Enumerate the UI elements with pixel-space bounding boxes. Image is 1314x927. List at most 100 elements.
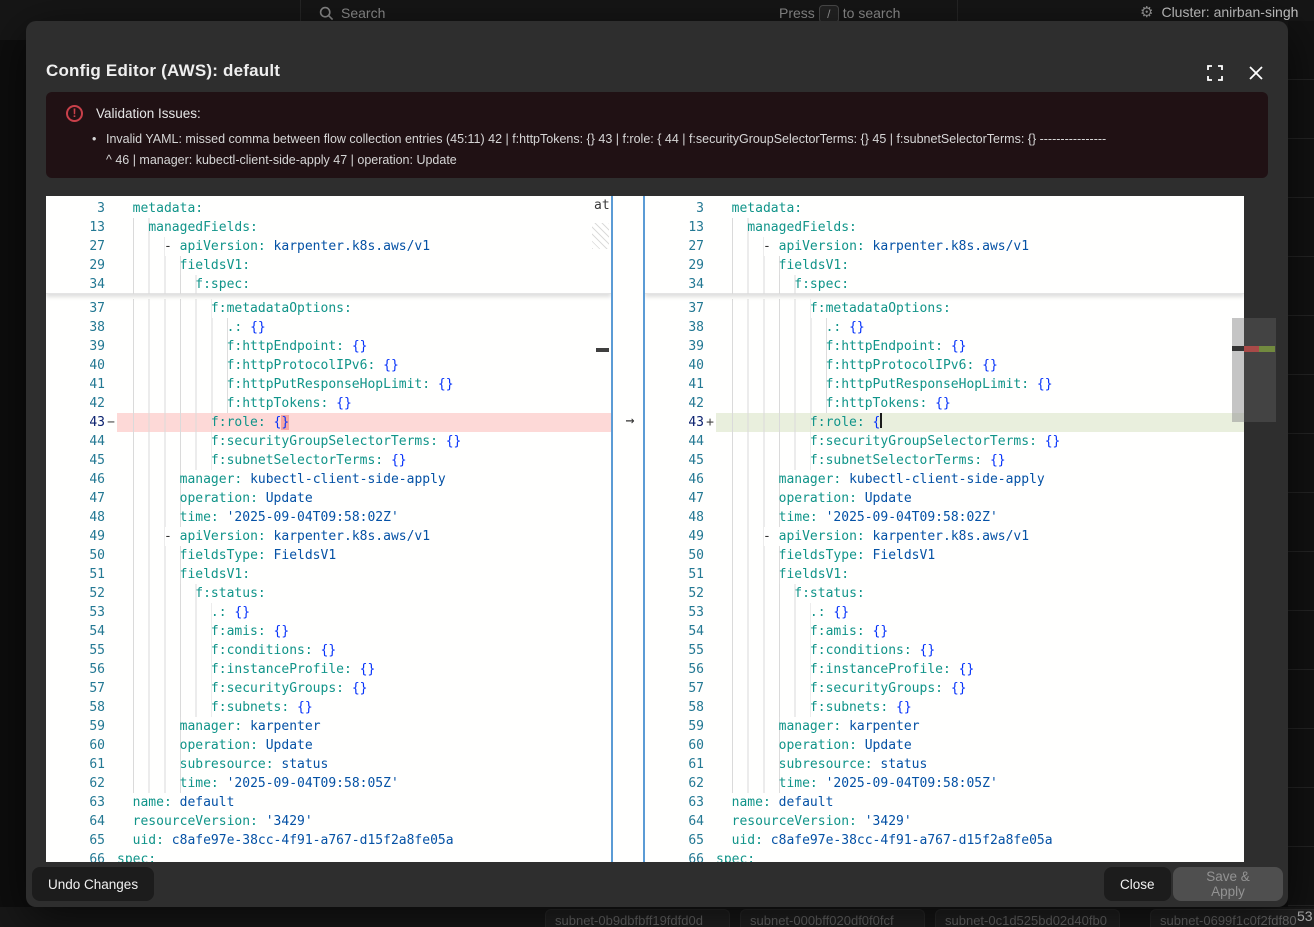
code-line[interactable]: 64 resourceVersion: '3429' [46, 812, 611, 831]
revert-change-arrow[interactable]: → [618, 411, 642, 430]
save-apply-button[interactable]: Save & Apply [1173, 867, 1283, 901]
code-line[interactable]: 48 time: '2025-09-04T09:58:02Z' [46, 508, 611, 527]
code-line[interactable]: 60 operation: Update [645, 736, 1244, 755]
code-line[interactable]: 51 fieldsV1: [46, 565, 611, 584]
code-line[interactable]: 61 subresource: status [46, 755, 611, 774]
code-line[interactable]: 58 f:subnets: {} [645, 698, 1244, 717]
code-line[interactable]: 66spec: [645, 850, 1244, 862]
close-icon[interactable] [1247, 64, 1267, 84]
code-line[interactable]: 62 time: '2025-09-04T09:58:05Z' [645, 774, 1244, 793]
line-number: 42 [645, 394, 704, 413]
sticky-scroll-header: 3 metadata:13 managedFields:27 - apiVers… [46, 196, 611, 294]
code-line[interactable]: 43− f:role: {} [46, 413, 611, 432]
diff-sign [704, 508, 716, 527]
diff-sign [105, 432, 117, 451]
code-line[interactable]: 39 f:httpEndpoint: {} [645, 337, 1244, 356]
code-line[interactable]: 64 resourceVersion: '3429' [645, 812, 1244, 831]
code-line[interactable]: 65 uid: c8afe97e-38cc-4f91-a767-d15f2a8f… [645, 831, 1244, 850]
code-line[interactable]: 57 f:securityGroups: {} [645, 679, 1244, 698]
editor-scrollbar-slider[interactable] [1232, 318, 1244, 422]
code-line[interactable]: 46 manager: kubectl-client-side-apply [46, 470, 611, 489]
code-line[interactable]: 45 f:subnetSelectorTerms: {} [46, 451, 611, 470]
diff-sign [704, 394, 716, 413]
diff-pane-modified[interactable]: 3 metadata:13 managedFields:27 - apiVers… [645, 196, 1244, 862]
code-line[interactable]: 38 .: {} [46, 318, 611, 337]
code-line[interactable]: 50 fieldsType: FieldsV1 [645, 546, 1244, 565]
code-line[interactable]: 29 fieldsV1: [46, 256, 611, 275]
code-line[interactable]: 46 manager: kubectl-client-side-apply [645, 470, 1244, 489]
code-line[interactable]: 56 f:instanceProfile: {} [46, 660, 611, 679]
undo-changes-button[interactable]: Undo Changes [32, 867, 154, 901]
code-line[interactable]: 42 f:httpTokens: {} [46, 394, 611, 413]
code-line[interactable]: 13 managedFields: [46, 218, 611, 237]
code-line[interactable]: 45 f:subnetSelectorTerms: {} [645, 451, 1244, 470]
code-line[interactable]: 65 uid: c8afe97e-38cc-4f91-a767-d15f2a8f… [46, 831, 611, 850]
diff-sign [105, 812, 117, 831]
code-line[interactable]: 61 subresource: status [645, 755, 1244, 774]
close-button[interactable]: Close [1104, 867, 1171, 901]
code-line[interactable]: 59 manager: karpenter [46, 717, 611, 736]
code-line[interactable]: 29 fieldsV1: [645, 256, 1244, 275]
code-line[interactable]: 42 f:httpTokens: {} [645, 394, 1244, 413]
code-line[interactable]: 13 managedFields: [645, 218, 1244, 237]
code-line[interactable]: 39 f:httpEndpoint: {} [46, 337, 611, 356]
code-line[interactable]: 34 f:spec: [645, 275, 1244, 294]
code-line[interactable]: 56 f:instanceProfile: {} [645, 660, 1244, 679]
code-line[interactable]: 51 fieldsV1: [645, 565, 1244, 584]
code-line[interactable]: 50 fieldsType: FieldsV1 [46, 546, 611, 565]
code-line[interactable]: 49 - apiVersion: karpenter.k8s.aws/v1 [46, 527, 611, 546]
code-line[interactable]: 54 f:amis: {} [46, 622, 611, 641]
code-line[interactable]: 34 f:spec: [46, 275, 611, 294]
code-line[interactable]: 63 name: default [645, 793, 1244, 812]
code-line[interactable]: 62 time: '2025-09-04T09:58:05Z' [46, 774, 611, 793]
code-line[interactable]: 54 f:amis: {} [645, 622, 1244, 641]
line-number: 45 [46, 451, 105, 470]
code-line[interactable]: 60 operation: Update [46, 736, 611, 755]
code-line[interactable]: 44 f:securityGroupSelectorTerms: {} [645, 432, 1244, 451]
code-line[interactable]: 53 .: {} [46, 603, 611, 622]
code-line[interactable]: 66spec: [46, 850, 611, 862]
cluster-selector[interactable]: ⚙Cluster: anirban-singh [1140, 3, 1298, 21]
code-line[interactable]: 27 - apiVersion: karpenter.k8s.aws/v1 [46, 237, 611, 256]
code-line[interactable]: 38 .: {} [645, 318, 1244, 337]
line-number: 50 [645, 546, 704, 565]
diff-sign [704, 375, 716, 394]
code-line[interactable]: 41 f:httpPutResponseHopLimit: {} [645, 375, 1244, 394]
code-line[interactable]: 52 f:status: [46, 584, 611, 603]
code-line[interactable]: 63 name: default [46, 793, 611, 812]
code-line[interactable]: 40 f:httpProtocolIPv6: {} [46, 356, 611, 375]
code-line[interactable]: 52 f:status: [645, 584, 1244, 603]
diff-sign [105, 698, 117, 717]
code-line[interactable]: 59 manager: karpenter [645, 717, 1244, 736]
code-line[interactable]: 37 f:metadataOptions: [645, 299, 1244, 318]
diff-sign [105, 256, 117, 275]
code-line[interactable]: 53 .: {} [645, 603, 1244, 622]
code-line[interactable]: 47 operation: Update [645, 489, 1244, 508]
line-number: 54 [46, 622, 105, 641]
diff-pane-original[interactable]: 3 metadata:13 managedFields:27 - apiVers… [46, 196, 611, 862]
code-line[interactable]: 57 f:securityGroups: {} [46, 679, 611, 698]
diff-sash[interactable] [611, 196, 645, 862]
code-line[interactable]: 3 metadata: [645, 199, 1244, 218]
code-line[interactable]: 41 f:httpPutResponseHopLimit: {} [46, 375, 611, 394]
code-line[interactable]: 55 f:conditions: {} [46, 641, 611, 660]
code-line[interactable]: 55 f:conditions: {} [645, 641, 1244, 660]
diff-sign [105, 660, 117, 679]
line-number: 57 [46, 679, 105, 698]
cluster-label: Cluster: anirban-singh [1161, 4, 1298, 20]
code-line[interactable]: 58 f:subnets: {} [46, 698, 611, 717]
code-line[interactable]: 49 - apiVersion: karpenter.k8s.aws/v1 [645, 527, 1244, 546]
code-line[interactable]: 27 - apiVersion: karpenter.k8s.aws/v1 [645, 237, 1244, 256]
diff-sign [105, 546, 117, 565]
code-line[interactable]: 48 time: '2025-09-04T09:58:02Z' [645, 508, 1244, 527]
fullscreen-icon[interactable] [1206, 64, 1226, 84]
code-line[interactable]: 43+ f:role: { [645, 413, 1244, 432]
validation-title: Validation Issues: [96, 106, 201, 121]
code-line[interactable]: 3 metadata: [46, 199, 611, 218]
search-input[interactable]: Search [341, 5, 385, 21]
code-line[interactable]: 37 f:metadataOptions: [46, 299, 611, 318]
code-line[interactable]: 44 f:securityGroupSelectorTerms: {} [46, 432, 611, 451]
diff-sign [105, 755, 117, 774]
code-line[interactable]: 47 operation: Update [46, 489, 611, 508]
code-line[interactable]: 40 f:httpProtocolIPv6: {} [645, 356, 1244, 375]
